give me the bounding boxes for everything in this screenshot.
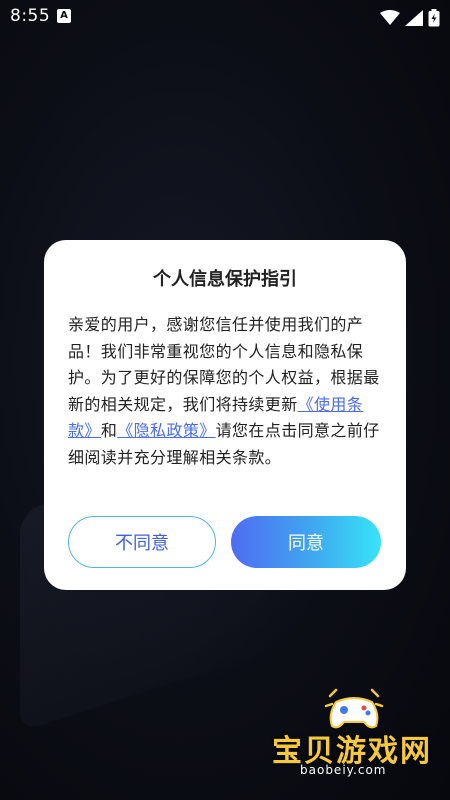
status-bar: 8:55 A [0,0,450,34]
dialog-body: 亲爱的用户，感谢您信任并使用我们的产品！我们非常重视您的个人信息和隐私保护。为了… [68,312,386,471]
status-time: 8:55 [10,6,51,26]
dialog-title: 个人信息保护指引 [153,269,297,290]
cellular-signal-icon [404,9,423,26]
notification-app-icon: A [57,9,71,23]
privacy-policy-link[interactable]: 《隐私政策》 [117,421,215,440]
agree-button[interactable]: 同意 [231,516,381,568]
body-text-and: 和 [100,421,118,440]
privacy-dialog: 个人信息保护指引 亲爱的用户，感谢您信任并使用我们的产品！我们非常重视您的个人信… [44,240,406,590]
disagree-button[interactable]: 不同意 [68,516,216,568]
battery-icon [428,8,440,26]
watermark: 宝贝游戏网 baobeiy.com [270,688,440,788]
wifi-icon [379,9,400,25]
status-icons [379,7,440,27]
watermark-url: baobeiy.com [300,763,387,777]
